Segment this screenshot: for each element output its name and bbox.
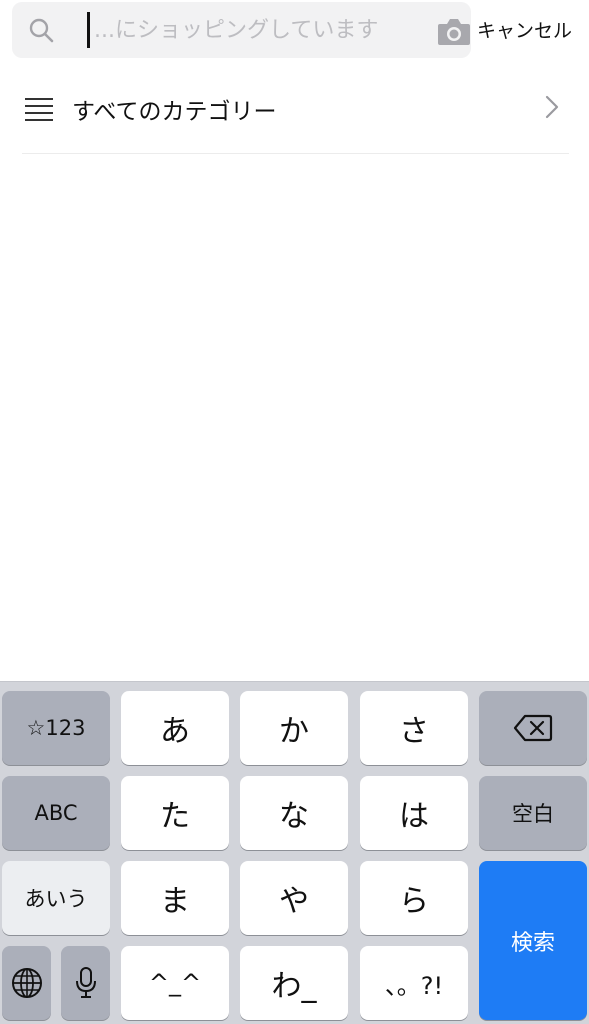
key-punctuation[interactable]: 、。?! xyxy=(360,946,468,1020)
camera-icon[interactable] xyxy=(437,16,471,46)
chevron-right-icon xyxy=(545,94,559,120)
search-key[interactable]: 検索 xyxy=(479,861,587,1020)
microphone-key[interactable] xyxy=(61,946,110,1020)
key-ta[interactable]: た xyxy=(121,776,229,850)
backspace-key[interactable] xyxy=(479,691,587,765)
key-aiu[interactable]: あいう xyxy=(2,861,110,935)
globe-key[interactable] xyxy=(2,946,51,1020)
kana-keyboard: ☆123 あ か さ ABC た な は 空白 あいう ま や ら 検索 ^_^… xyxy=(0,681,589,1024)
text-caret xyxy=(87,12,90,48)
key-abc[interactable]: ABC xyxy=(2,776,110,850)
key-ya[interactable]: や xyxy=(240,861,348,935)
key-wa[interactable]: わ_ xyxy=(240,946,348,1020)
search-bar[interactable] xyxy=(12,2,471,58)
key-face[interactable]: ^_^ xyxy=(121,946,229,1020)
key-ma[interactable]: ま xyxy=(121,861,229,935)
list-icon xyxy=(24,97,54,121)
backspace-icon xyxy=(513,714,553,742)
key-ra[interactable]: ら xyxy=(360,861,468,935)
all-categories-row[interactable]: すべてのカテゴリー xyxy=(22,72,569,154)
key-ha[interactable]: は xyxy=(360,776,468,850)
key-sa[interactable]: さ xyxy=(360,691,468,765)
all-categories-label: すべてのカテゴリー xyxy=(72,99,277,125)
key-na[interactable]: な xyxy=(240,776,348,850)
cancel-button[interactable]: キャンセル xyxy=(477,16,572,44)
space-key[interactable]: 空白 xyxy=(479,776,587,850)
key-ka[interactable]: か xyxy=(240,691,348,765)
key-a[interactable]: あ xyxy=(121,691,229,765)
search-icon xyxy=(28,17,54,43)
key-numbers[interactable]: ☆123 xyxy=(2,691,110,765)
microphone-icon xyxy=(74,966,98,1000)
search-input[interactable] xyxy=(94,10,424,50)
globe-icon xyxy=(11,967,43,999)
